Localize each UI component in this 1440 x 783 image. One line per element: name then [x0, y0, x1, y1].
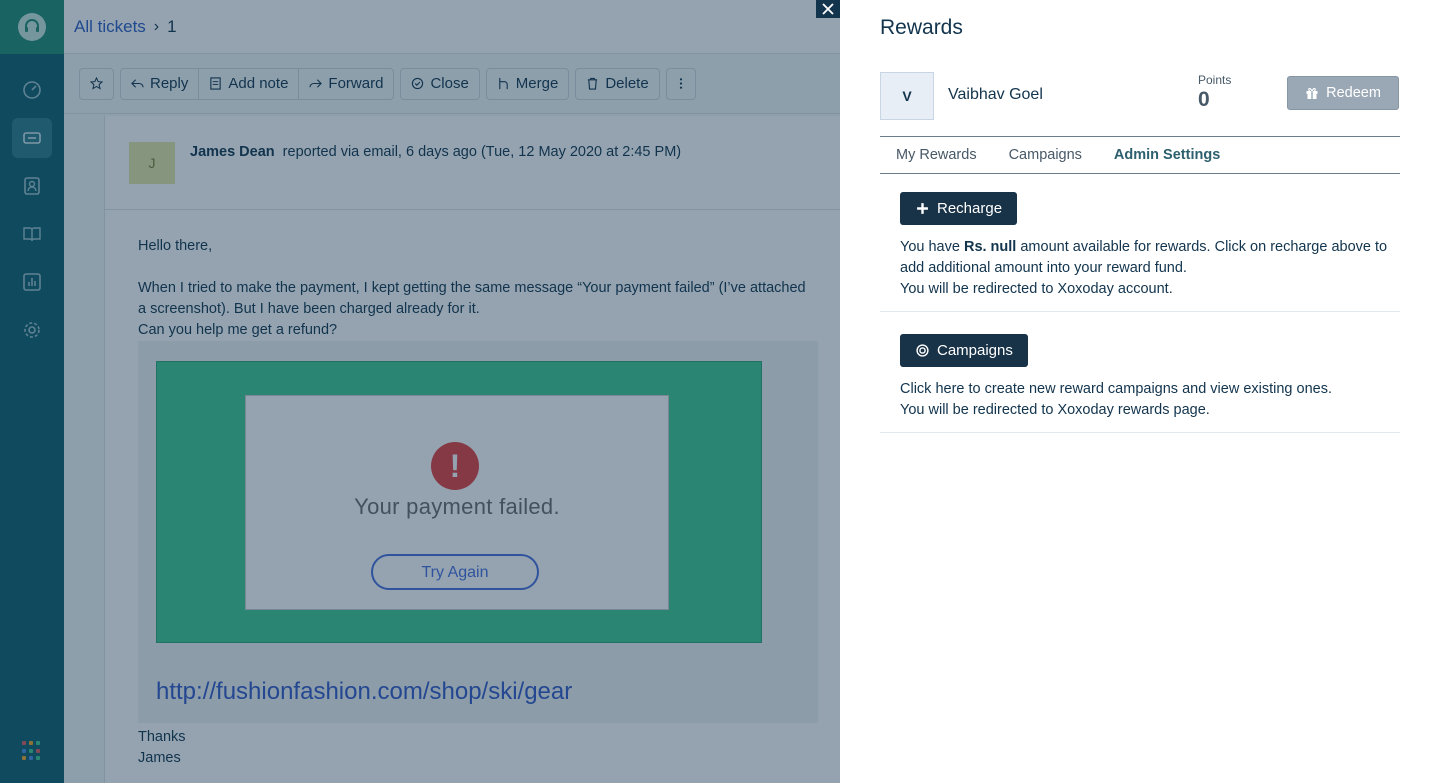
campaigns-description: Click here to create new reward campaign…: [900, 379, 1390, 421]
plus-icon: [917, 203, 928, 214]
recharge-section: Recharge You have Rs. null amount availa…: [880, 174, 1400, 312]
panel-title: Rewards: [880, 16, 963, 39]
redeem-button[interactable]: Redeem: [1287, 76, 1399, 110]
close-panel-button[interactable]: [816, 0, 840, 18]
recharge-label: Recharge: [937, 200, 1003, 217]
recharge-button[interactable]: Recharge: [900, 192, 1018, 225]
campaigns-label: Campaigns: [937, 342, 1013, 359]
campaigns-text: Click here to create new reward campaign…: [900, 381, 1332, 397]
recharge-description: You have Rs. null amount available for r…: [900, 237, 1390, 300]
recharge-text-pre: You have: [900, 239, 964, 255]
user-name: Vaibhav Goel: [948, 86, 1043, 103]
points-label: Points: [1198, 73, 1232, 87]
target-icon: [916, 344, 929, 357]
fund-amount: Rs. null: [963, 239, 1017, 255]
gift-icon: [1306, 87, 1318, 99]
rewards-tabs: My Rewards Campaigns Admin Settings: [880, 137, 1400, 174]
user-avatar: V: [880, 72, 934, 120]
tab-campaigns[interactable]: Campaigns: [993, 137, 1098, 173]
modal-backdrop[interactable]: [0, 0, 840, 783]
recharge-redirect-note: You will be redirected to Xoxoday accoun…: [900, 281, 1173, 297]
points-value: 0: [1198, 88, 1210, 111]
close-icon: [822, 3, 834, 15]
campaigns-redirect-note: You will be redirected to Xoxoday reward…: [900, 402, 1210, 418]
tab-admin-settings[interactable]: Admin Settings: [1098, 137, 1236, 173]
rewards-panel: Rewards V Vaibhav Goel Points 0 Redeem M…: [840, 0, 1440, 783]
campaigns-button[interactable]: Campaigns: [900, 334, 1028, 367]
tab-my-rewards[interactable]: My Rewards: [880, 137, 993, 173]
campaigns-section: Campaigns Click here to create new rewar…: [880, 312, 1400, 433]
redeem-label: Redeem: [1326, 85, 1381, 101]
